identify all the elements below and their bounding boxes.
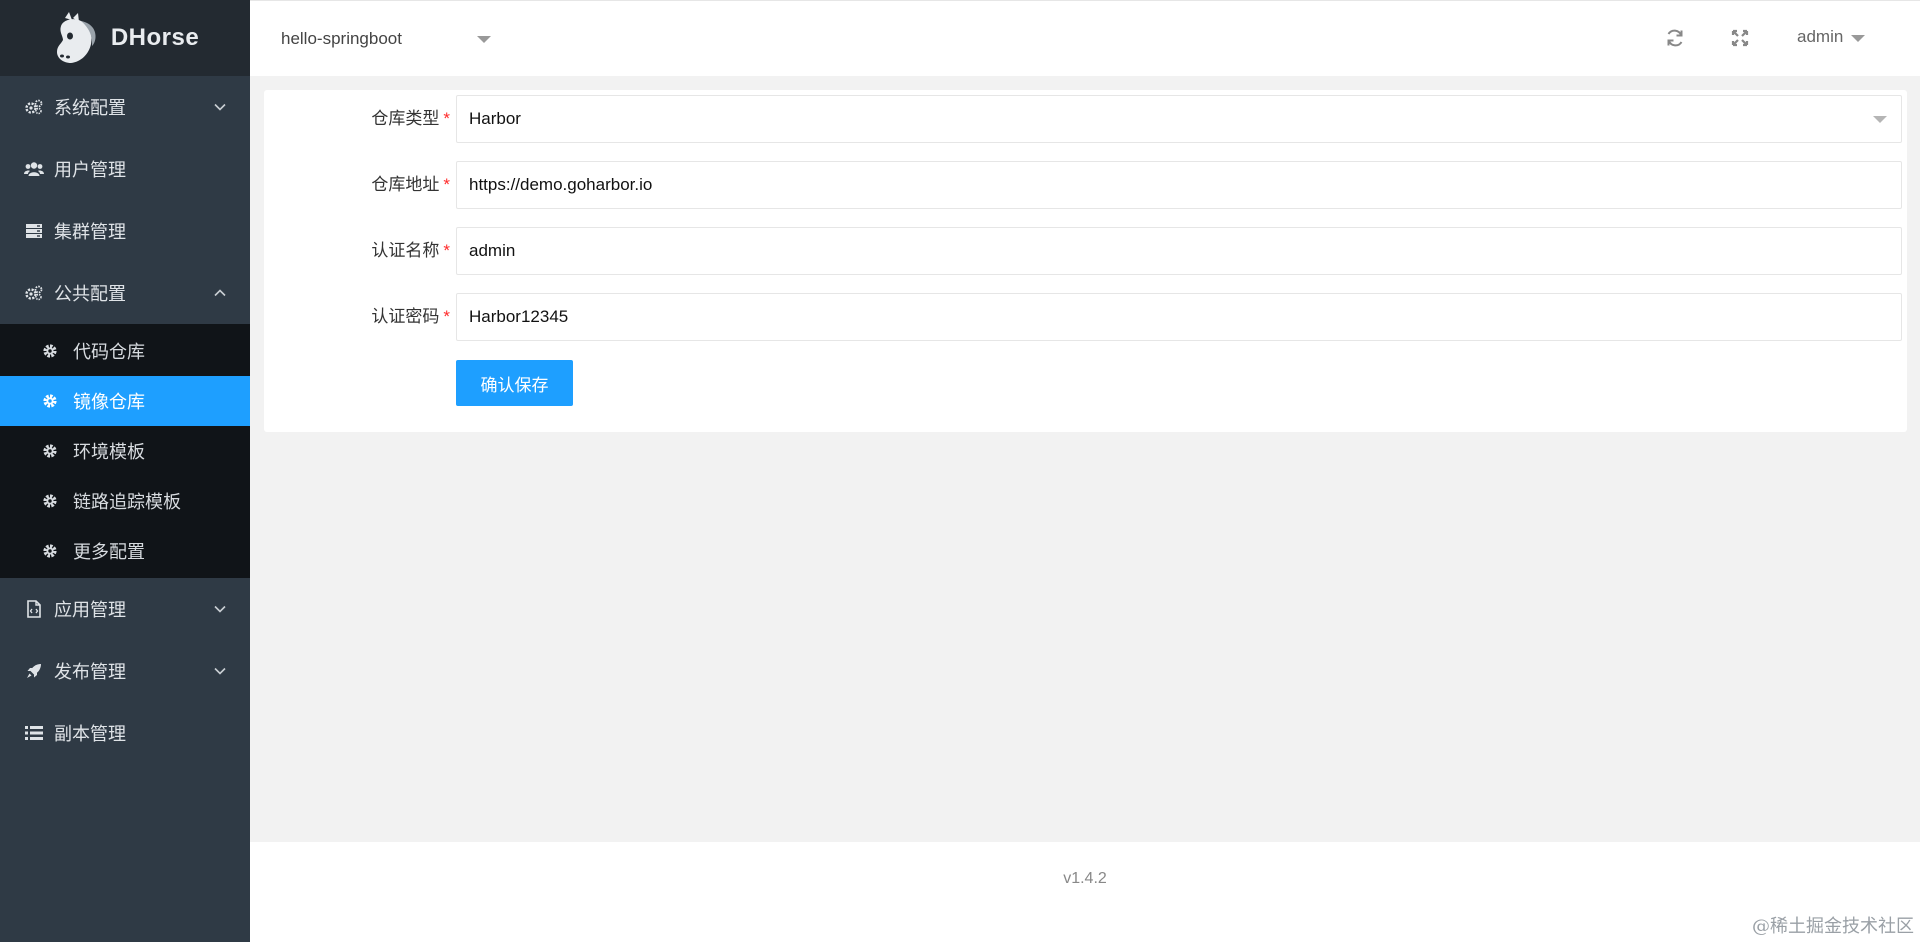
field-label-text: 认证名称 [371,241,440,260]
field-label: 认证名称 * [264,227,450,275]
required-mark: * [443,175,450,194]
field-label-text: 仓库地址 [371,175,440,194]
repo-url-input[interactable]: https://demo.goharbor.io [456,161,1902,209]
public-config-submenu: 代码仓库 镜像仓库 环境模板 链路追踪模板 更多配置 [0,324,250,578]
file-code-icon [24,599,44,619]
sidebar-item-label: 系统配置 [54,98,126,118]
form-row-repo-type: 仓库类型 * Harbor [264,95,1907,143]
horse-logo-icon [56,12,96,63]
sidebar-item-label: 副本管理 [54,724,126,744]
sidebar-item-user-management[interactable]: 用户管理 [0,138,250,200]
sidebar-item-label: 集群管理 [54,222,126,242]
sidebar-item-app-management[interactable]: 应用管理 [0,578,250,640]
sidebar-item-label: 镜像仓库 [73,392,145,412]
sidebar-item-system-config[interactable]: 系统配置 [0,76,250,138]
users-icon [24,159,44,179]
brand-name: DHorse [110,24,200,51]
sidebar-item-label: 用户管理 [54,160,126,180]
auth-password-input[interactable]: Harbor12345 [456,293,1902,341]
cogs-icon [24,97,44,117]
gear-icon [43,394,57,408]
field-label-text: 仓库类型 [371,109,440,128]
field-label: 认证密码 * [264,293,450,341]
user-menu[interactable]: admin [1797,27,1866,47]
chevron-down-icon [214,103,226,111]
field-label: 仓库地址 * [264,161,450,209]
sidebar-item-label: 环境模板 [73,442,145,462]
sidebar-item-label: 应用管理 [54,600,126,620]
caret-down-icon [477,36,491,43]
repo-type-select[interactable]: Harbor [456,95,1902,143]
footer: v1.4.2 @稀土掘金技术社区 [250,842,1920,942]
caret-down-icon [1851,34,1866,42]
repo-type-value: Harbor [469,109,521,128]
version-text: v1.4.2 [1063,870,1107,887]
registry-form-card: 仓库类型 * Harbor 仓库地址 * https://demo.goharbor… [264,90,1907,432]
app-select-value: hello-springboot [281,29,402,48]
sidebar-item-label: 发布管理 [54,662,126,682]
auth-name-input[interactable]: admin [456,227,1902,275]
form-row-auth-password: 认证密码 * Harbor12345 [264,293,1907,341]
sidebar-item-more-config[interactable]: 更多配置 [0,526,250,576]
sidebar-item-trace-template[interactable]: 链路追踪模板 [0,476,250,526]
gear-icon [43,444,57,458]
fullscreen-icon[interactable] [1729,27,1751,49]
cogs-icon [24,283,44,303]
rocket-icon [24,661,44,681]
top-header: hello-springboot admin [250,0,1920,76]
sidebar-item-release-management[interactable]: 发布管理 [0,640,250,702]
gear-icon [43,344,57,358]
sidebar-item-label: 公共配置 [54,284,126,304]
required-mark: * [443,109,450,128]
field-label: 仓库类型 * [264,95,450,143]
gear-icon [43,544,57,558]
logo[interactable]: DHorse [0,0,250,76]
sidebar-item-label: 更多配置 [73,542,145,562]
sidebar-item-label: 链路追踪模板 [73,492,181,512]
sidebar-item-replica-management[interactable]: 副本管理 [0,702,250,764]
sidebar-item-image-repo[interactable]: 镜像仓库 [0,376,250,426]
user-name: admin [1797,27,1844,46]
sidebar-item-code-repo[interactable]: 代码仓库 [0,326,250,376]
form-row-auth-name: 认证名称 * admin [264,227,1907,275]
chevron-down-icon [214,605,226,613]
sidebar: DHorse 系统配置 用户管理 集群管理 公共配置 代码仓库 镜像仓库 环境模… [0,0,250,942]
sidebar-item-label: 代码仓库 [73,342,145,362]
confirm-save-button[interactable]: 确认保存 [456,360,573,406]
sidebar-item-public-config[interactable]: 公共配置 [0,262,250,324]
chevron-up-icon [214,289,226,297]
app-select[interactable]: hello-springboot [281,23,491,55]
list-icon [24,723,44,743]
required-mark: * [443,241,450,260]
field-label-text: 认证密码 [371,307,440,326]
sidebar-item-cluster-management[interactable]: 集群管理 [0,200,250,262]
server-icon [24,221,44,241]
sidebar-item-env-template[interactable]: 环境模板 [0,426,250,476]
form-row-repo-url: 仓库地址 * https://demo.goharbor.io [264,161,1907,209]
refresh-icon[interactable] [1664,27,1686,49]
chevron-down-icon [214,667,226,675]
watermark: @稀土掘金技术社区 [1752,916,1914,937]
gear-icon [43,494,57,508]
required-mark: * [443,307,450,326]
caret-down-icon [1873,116,1887,123]
